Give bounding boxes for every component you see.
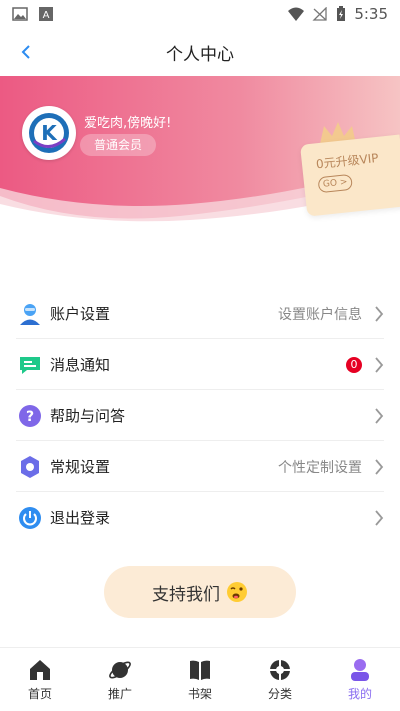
- chevron-right-icon: [372, 406, 386, 426]
- menu-item-account-settings[interactable]: 账户设置 设置账户信息: [0, 288, 400, 339]
- nav-label: 我的: [347, 686, 372, 701]
- planet-icon: [108, 658, 132, 682]
- chevron-right-icon: [372, 355, 386, 375]
- support-us-label: 支持我们: [152, 584, 220, 605]
- unread-count-badge: 0: [346, 356, 362, 373]
- vip-go-button[interactable]: GO >: [317, 173, 353, 194]
- menu-hint: 设置账户信息: [278, 306, 362, 323]
- settings-menu: 账户设置 设置账户信息 消息通知 0 ? 帮助与问答 常规设置 个性定制设置 退…: [0, 288, 400, 543]
- svg-text:?: ?: [26, 409, 34, 425]
- page-title: 个人中心: [166, 44, 234, 65]
- greeting-text: 爱吃肉,傍晚好!: [84, 116, 172, 131]
- chevron-right-icon: [372, 304, 386, 324]
- avatar[interactable]: K: [22, 106, 76, 160]
- app-logo-icon: K: [29, 113, 69, 153]
- image-notification-icon: [12, 7, 28, 21]
- nav-label: 首页: [27, 686, 52, 701]
- status-bar: A 5:35: [0, 0, 400, 28]
- help-icon: ?: [18, 404, 42, 428]
- winking-emoji-icon: [227, 582, 247, 602]
- nav-bookshelf[interactable]: 书架: [160, 648, 240, 711]
- battery-icon: [337, 6, 346, 21]
- nav-category[interactable]: 分类: [240, 648, 320, 711]
- menu-label: 帮助与问答: [50, 407, 126, 425]
- no-signal-icon: [312, 7, 327, 21]
- logout-icon: [18, 506, 42, 530]
- menu-label: 账户设置: [50, 305, 111, 323]
- category-icon: [268, 658, 292, 682]
- menu-item-notifications[interactable]: 消息通知 0: [0, 339, 400, 390]
- support-us-button[interactable]: 支持我们: [104, 566, 296, 618]
- nav-label: 书架: [187, 686, 212, 701]
- menu-label: 消息通知: [50, 356, 111, 374]
- vip-upgrade-text: 0元升级VIP: [315, 150, 380, 172]
- nav-home[interactable]: 首页: [0, 648, 80, 711]
- svg-text:K: K: [41, 121, 58, 145]
- account-icon: [18, 302, 42, 326]
- nav-promote[interactable]: 推广: [80, 648, 160, 711]
- book-icon: [188, 658, 212, 682]
- vip-upgrade-card[interactable]: 0元升级VIP GO >: [300, 134, 400, 217]
- font-notification-icon: A: [39, 7, 53, 21]
- chevron-right-icon: [372, 508, 386, 528]
- nav-profile[interactable]: 我的: [320, 648, 400, 711]
- bottom-navigation: 首页 推广 书架 分类 我的: [0, 647, 400, 711]
- nav-label: 推广: [107, 686, 132, 701]
- chevron-left-icon: [21, 45, 30, 59]
- menu-item-general-settings[interactable]: 常规设置 个性定制设置: [0, 441, 400, 492]
- menu-label: 退出登录: [50, 509, 111, 527]
- menu-hint: 个性定制设置: [278, 459, 362, 476]
- nav-label: 分类: [267, 686, 292, 701]
- menu-item-logout[interactable]: 退出登录: [0, 492, 400, 543]
- title-bar: 个人中心: [0, 28, 400, 76]
- member-level-badge[interactable]: 普通会员: [80, 134, 157, 156]
- profile-icon: [348, 658, 372, 682]
- home-icon: [28, 658, 52, 682]
- status-time: 5:35: [354, 5, 388, 23]
- message-icon: [18, 353, 42, 377]
- svg-text:A: A: [43, 10, 50, 21]
- wifi-icon: [288, 7, 305, 21]
- settings-icon: [18, 455, 42, 479]
- menu-label: 常规设置: [50, 458, 111, 476]
- menu-item-help[interactable]: ? 帮助与问答: [0, 390, 400, 441]
- back-button[interactable]: [12, 38, 40, 66]
- chevron-right-icon: [372, 457, 386, 477]
